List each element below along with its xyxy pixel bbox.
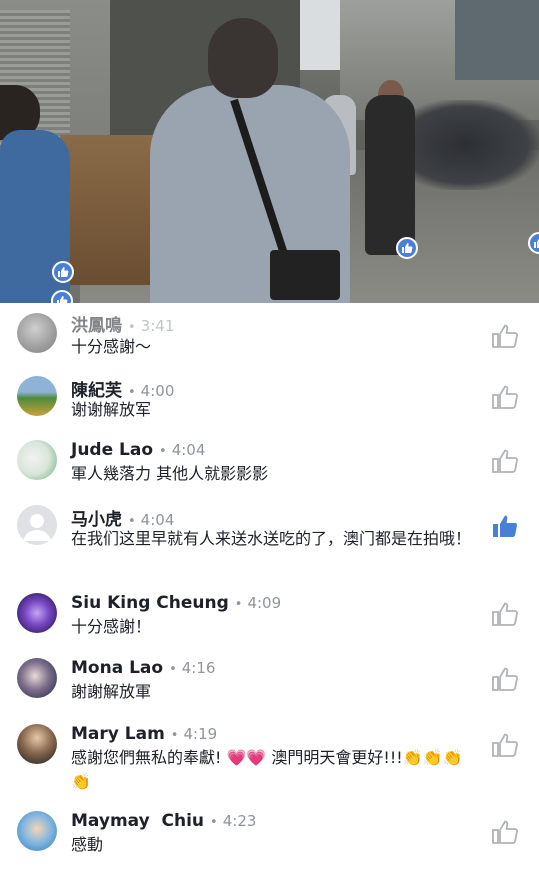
comment-time: 4:19: [183, 725, 218, 743]
separator: •: [210, 815, 218, 830]
avatar[interactable]: [17, 593, 57, 633]
comment-text: 感謝您們無私的奉獻! 💗💗 澳門明天會更好!!!👏👏👏👏: [71, 748, 463, 791]
like-icon[interactable]: [491, 819, 519, 845]
comment-time: 4:23: [222, 812, 257, 830]
comment-meta: Mona Lao • 4:16: [71, 658, 215, 678]
separator: •: [169, 662, 177, 677]
avatar[interactable]: [17, 724, 57, 764]
video-scene-person: [365, 95, 415, 255]
comment-time: 4:09: [247, 594, 282, 612]
comment-text: 谢谢解放军: [71, 400, 152, 419]
avatar[interactable]: [17, 313, 57, 353]
video-scene-motorbikes: [415, 100, 539, 190]
video-scene-sign: [455, 0, 539, 80]
commenter-name[interactable]: Siu King Cheung: [71, 593, 229, 613]
like-icon: [52, 261, 74, 283]
video-scene-person: [208, 18, 278, 98]
commenter-name[interactable]: 洪鳳鳴: [71, 311, 122, 336]
comment-time: 3:41: [140, 317, 175, 335]
like-icon[interactable]: [491, 666, 519, 692]
separator: •: [128, 320, 136, 335]
like-icon[interactable]: [491, 448, 519, 474]
comment-time: 4:16: [181, 659, 216, 677]
like-icon[interactable]: [491, 601, 519, 627]
separator: •: [159, 444, 167, 459]
avatar[interactable]: [17, 658, 57, 698]
video-scene-bag: [270, 250, 340, 300]
comment-meta: Mary Lam • 4:19: [71, 724, 217, 744]
separator: •: [234, 597, 243, 612]
avatar[interactable]: [17, 440, 57, 480]
comment-time: 4:04: [171, 441, 206, 459]
comment-meta: 洪鳳鳴 • 3:41: [71, 311, 174, 336]
avatar[interactable]: [17, 811, 57, 851]
live-video[interactable]: [0, 0, 539, 303]
comment-text: 謝謝解放軍: [71, 682, 152, 701]
separator: •: [170, 728, 179, 743]
default-avatar-icon: [23, 514, 51, 541]
commenter-name[interactable]: Maymay Chiu: [71, 811, 204, 831]
comment-text: 軍人幾落力 其他人就影影影: [71, 464, 269, 483]
commenter-name[interactable]: Jude Lao: [71, 440, 153, 460]
avatar[interactable]: [17, 376, 57, 416]
video-scene-sky: [300, 0, 340, 70]
comment-text: 在我们这里早就有人来送水送吃的了，澳门都是在拍哦！: [71, 529, 472, 548]
avatar[interactable]: [17, 505, 57, 545]
comment-text: 感動: [71, 835, 104, 854]
like-icon[interactable]: [491, 323, 519, 349]
comment-text: 十分感謝！: [71, 617, 152, 636]
comment-meta: Siu King Cheung • 4:09: [71, 593, 281, 613]
like-icon: [396, 237, 418, 259]
commenter-name[interactable]: Mona Lao: [71, 658, 163, 678]
commenter-name[interactable]: Mary Lam: [71, 724, 165, 744]
like-icon-active[interactable]: [491, 513, 519, 539]
comment-text: 十分感謝～: [71, 337, 152, 356]
comment-meta: Maymay Chiu • 4:23: [71, 811, 256, 831]
comment-meta: Jude Lao • 4:04: [71, 440, 205, 460]
comment-list: 洪鳳鳴 • 3:41 十分感謝～ 陳紀芙 • 4:00 谢谢解放军 Jude L…: [0, 303, 539, 872]
like-icon[interactable]: [491, 732, 519, 758]
like-icon[interactable]: [491, 384, 519, 410]
